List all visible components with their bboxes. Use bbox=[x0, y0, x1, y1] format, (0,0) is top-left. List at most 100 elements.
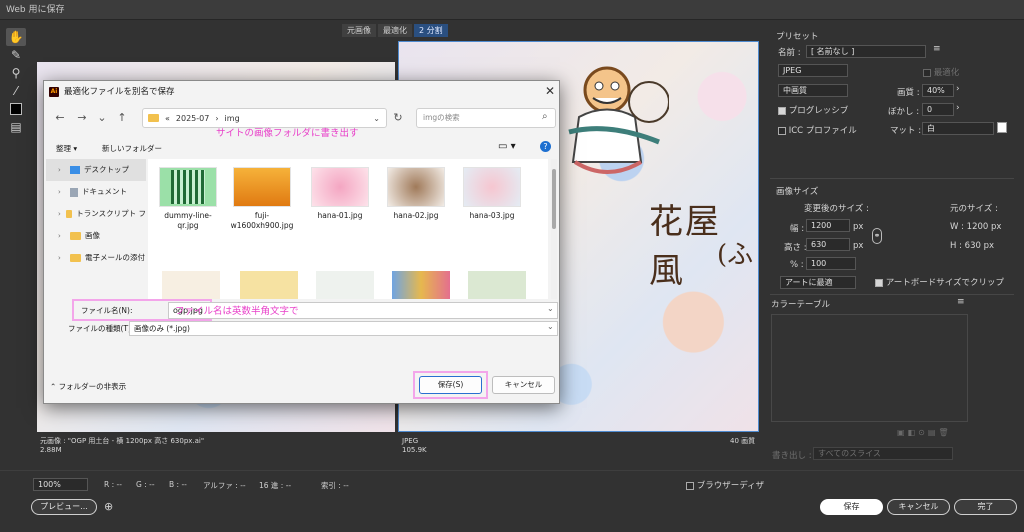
folder-annotation: サイトの画像フォルダに書き出す bbox=[216, 128, 359, 139]
progressive-label: プログレッシブ bbox=[788, 106, 849, 116]
filetype-label: ファイルの種類(T): bbox=[68, 324, 134, 333]
quality-slider-arrow-icon[interactable]: › bbox=[956, 84, 960, 94]
save-button[interactable]: 保存 bbox=[820, 499, 883, 515]
forward-arrow-icon[interactable]: → bbox=[74, 109, 90, 127]
gift-box-thumbnail bbox=[387, 167, 445, 207]
original-size-label: 元のサイズ : bbox=[950, 204, 998, 214]
filename-dropdown-chevron-icon[interactable]: ⌄ bbox=[547, 304, 554, 313]
browser-dither-check-icon bbox=[686, 481, 694, 490]
recent-locations-chevron-icon[interactable]: ⌄ bbox=[94, 109, 110, 127]
help-icon[interactable]: ? bbox=[540, 141, 551, 152]
tree-label: 電子メールの添付 bbox=[85, 253, 145, 262]
path-segment-2025-07[interactable]: 2025-07 bbox=[176, 114, 209, 123]
file-thumbnail-partial bbox=[316, 271, 374, 299]
stat-alpha: アルファ : -- bbox=[203, 481, 246, 490]
tree-item-documents[interactable]: › ドキュメント bbox=[46, 181, 146, 203]
file-thumbnail-partial bbox=[392, 271, 450, 299]
color-table-menu-icon[interactable]: ≡ bbox=[957, 297, 965, 307]
width-input[interactable]: 1200 bbox=[806, 219, 850, 232]
optimize-checkbox: 最適化 bbox=[923, 66, 959, 78]
fujin-illustration bbox=[568, 66, 669, 174]
height-input[interactable]: 630 bbox=[806, 238, 850, 251]
view-options-icon[interactable]: ▭ ▾ bbox=[498, 141, 516, 152]
path-dropdown-chevron-icon[interactable]: ⌄ bbox=[373, 114, 380, 123]
color-table-title: カラーテーブル bbox=[771, 300, 830, 310]
bouquet-thumbnail bbox=[463, 167, 521, 207]
search-input[interactable]: imgの検索 bbox=[416, 108, 556, 128]
hide-folders-toggle[interactable]: ⌃ フォルダーの非表示 bbox=[50, 381, 126, 392]
eyedropper-tool-icon[interactable]: ⁄ bbox=[6, 82, 26, 100]
toggle-slices-icon[interactable]: ▤ bbox=[6, 118, 26, 136]
preview-button[interactable]: プレビュー... bbox=[31, 499, 97, 515]
format-select[interactable]: JPEG bbox=[778, 64, 848, 77]
zoom-select[interactable]: 100% bbox=[33, 478, 88, 491]
tab-original[interactable]: 元画像 bbox=[342, 24, 376, 37]
quality-preset-select[interactable]: 中画質 bbox=[778, 84, 848, 97]
slice-select-tool-icon[interactable]: ✎ bbox=[6, 46, 26, 64]
preset-menu-icon[interactable]: ≡ bbox=[933, 44, 941, 54]
browser-dither-checkbox[interactable]: ブラウザーディザ bbox=[686, 479, 764, 491]
cancel-button[interactable]: キャンセル bbox=[887, 499, 950, 515]
preset-title: プリセット bbox=[776, 32, 819, 42]
tab-2-up[interactable]: 2 分割 bbox=[414, 24, 448, 37]
new-folder-button[interactable]: 新しいフォルダー bbox=[102, 143, 162, 154]
fuji-thumbnail bbox=[233, 167, 291, 207]
file-item[interactable]: dummy-line-qr.jpg bbox=[154, 167, 222, 231]
hand-tool-icon[interactable]: ✋ bbox=[6, 28, 26, 46]
file-name: hana-02.jpg bbox=[393, 211, 439, 220]
back-arrow-icon[interactable]: ← bbox=[52, 109, 68, 127]
file-item[interactable]: fuji-w1600xh900.jpg bbox=[228, 167, 296, 231]
done-button[interactable]: 完了 bbox=[954, 499, 1017, 515]
hide-folders-label: フォルダーの非表示 bbox=[58, 382, 127, 391]
browser-dither-label: ブラウザーディザ bbox=[696, 481, 765, 491]
chevron-right-icon: › bbox=[58, 210, 61, 218]
path-overflow[interactable]: « bbox=[165, 114, 170, 123]
percent-input[interactable]: 100 bbox=[806, 257, 856, 270]
file-name: fuji-w1600xh900.jpg bbox=[230, 211, 294, 230]
icc-checkbox[interactable]: ICC プロファイル bbox=[778, 124, 857, 136]
resample-select[interactable]: アートに最適 bbox=[780, 276, 856, 289]
save-for-web-window: Web 用に保存 ✋ ✎ ⚲ ⁄ ▤ 元画像 最適化 2 分割 元画像 : "O… bbox=[0, 0, 1024, 532]
organize-menu[interactable]: 整理 ▾ bbox=[56, 143, 77, 154]
preview-subtitle-text: (ふ bbox=[717, 240, 754, 270]
dialog-close-icon[interactable]: ✕ bbox=[542, 83, 558, 99]
file-item[interactable]: hana-03.jpg bbox=[458, 167, 526, 221]
constrain-proportions-link-icon[interactable]: ⚭ bbox=[872, 228, 882, 244]
tree-item-desktop[interactable]: › デスクトップ bbox=[46, 159, 146, 181]
zoom-tool-icon[interactable]: ⚲ bbox=[6, 64, 26, 82]
window-title: Web 用に保存 bbox=[0, 0, 1024, 20]
matte-color-swatch[interactable] bbox=[997, 122, 1007, 133]
tree-item-pictures[interactable]: › 画像 bbox=[46, 225, 146, 247]
file-item[interactable]: hana-02.jpg bbox=[382, 167, 450, 221]
preset-name-select[interactable]: [ 名前なし ] bbox=[806, 45, 926, 58]
dialog-cancel-button[interactable]: キャンセル bbox=[492, 376, 555, 394]
tab-optimized[interactable]: 最適化 bbox=[378, 24, 412, 37]
artboard-clip-checkbox[interactable]: アートボードサイズでクリップ bbox=[875, 276, 1004, 288]
up-folder-arrow-icon[interactable]: ↑ bbox=[114, 109, 130, 127]
tree-item-transcript[interactable]: › トランスクリプト フ bbox=[46, 203, 146, 225]
path-segment-img[interactable]: img bbox=[225, 114, 240, 123]
original-filename: 元画像 : "OGP 用土台 - 横 1200px 高さ 630px.ai" bbox=[40, 437, 205, 445]
filetype-dropdown-chevron-icon[interactable]: ⌄ bbox=[547, 322, 554, 331]
blur-input[interactable]: 0 bbox=[922, 103, 954, 116]
blur-slider-arrow-icon[interactable]: › bbox=[956, 103, 960, 113]
file-name: hana-03.jpg bbox=[469, 211, 515, 220]
chevron-up-icon: ⌃ bbox=[50, 382, 59, 391]
refresh-icon[interactable]: ↻ bbox=[390, 109, 406, 127]
tree-item-email-attachments[interactable]: › 電子メールの添付 bbox=[46, 247, 146, 269]
filetype-select[interactable]: 画像のみ (*.jpg) bbox=[129, 321, 558, 336]
export-label: 書き出し : bbox=[772, 451, 812, 461]
artboard-clip-check-icon bbox=[875, 278, 883, 287]
file-item[interactable]: hana-01.jpg bbox=[306, 167, 374, 221]
dialog-save-button[interactable]: 保存(S) bbox=[419, 376, 482, 394]
eyedropper-color-swatch[interactable] bbox=[6, 100, 26, 118]
matte-select[interactable]: 白 bbox=[922, 122, 994, 135]
tree-label: トランスクリプト フ bbox=[76, 209, 146, 218]
quality-input[interactable]: 40% bbox=[922, 84, 954, 97]
color-table[interactable] bbox=[771, 314, 968, 422]
width-unit: px bbox=[853, 222, 864, 232]
browser-globe-icon[interactable]: ⊕ bbox=[104, 500, 113, 513]
optimize-label: 最適化 bbox=[933, 68, 960, 78]
progressive-checkbox[interactable]: プログレッシブ bbox=[778, 104, 848, 116]
file-list-scroll-thumb[interactable] bbox=[552, 169, 556, 229]
